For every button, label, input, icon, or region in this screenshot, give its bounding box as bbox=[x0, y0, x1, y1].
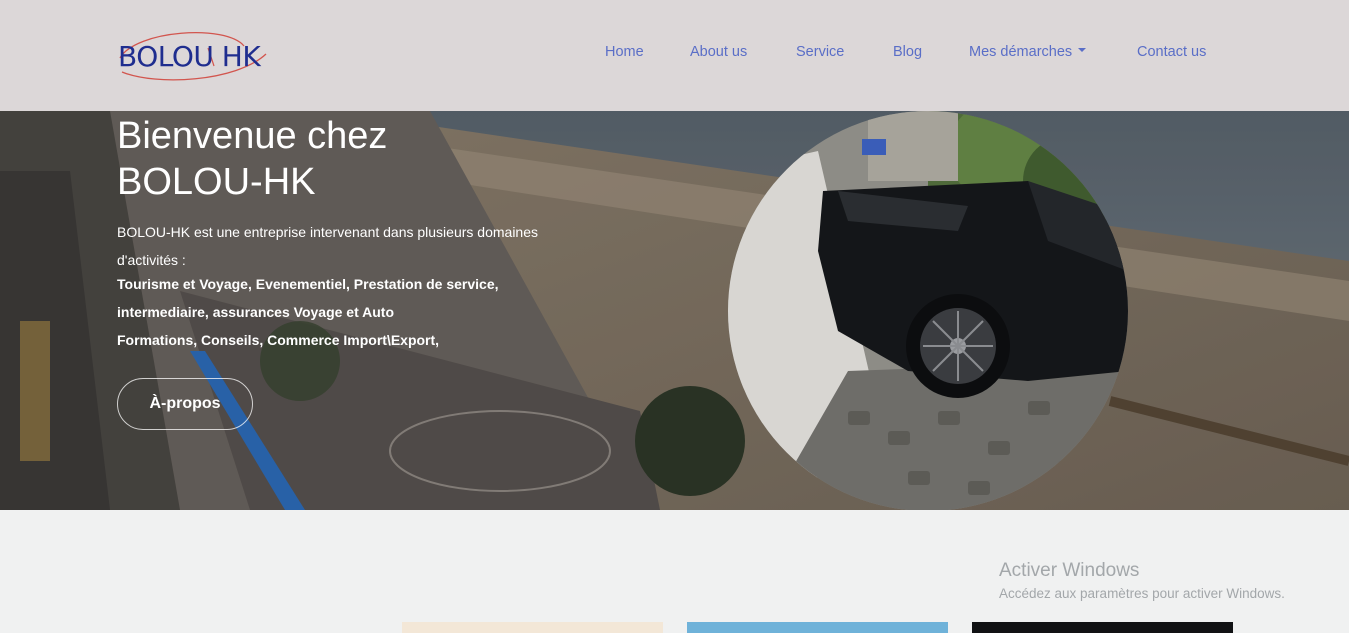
hero-title-line-2: BOLOU-HK bbox=[117, 161, 316, 203]
hero-title-line-1: Bienvenue chez bbox=[117, 115, 388, 157]
hero-activity-line: intermediaire, assurances Voyage et Auto bbox=[117, 304, 394, 320]
nav-item-mes-demarches-label: Mes démarches bbox=[969, 44, 1073, 60]
hero-title: Bienvenue chez BOLOU-HK bbox=[117, 113, 637, 205]
nav-item-mes-demarches[interactable]: Mes démarches bbox=[969, 44, 1087, 60]
windows-activation-subtitle: Accédez aux paramètres pour activer Wind… bbox=[999, 586, 1285, 601]
hero-activity-line: Formations, Conseils, Commerce Import\Ex… bbox=[117, 332, 440, 348]
nav-item-service[interactable]: Service bbox=[796, 44, 844, 60]
service-card-image[interactable] bbox=[402, 622, 663, 633]
hero-section: Bienvenue chez BOLOU-HK BOLOU-HK est une… bbox=[0, 111, 1349, 510]
service-card-image[interactable] bbox=[687, 622, 948, 633]
service-card-image[interactable] bbox=[972, 622, 1233, 633]
about-button[interactable]: À-propos bbox=[117, 378, 253, 430]
windows-activation-title: Activer Windows bbox=[999, 560, 1140, 581]
nav-item-contact-us[interactable]: Contact us bbox=[1137, 44, 1206, 60]
hero-activity-line: Tourisme et Voyage, Evenementiel, Presta… bbox=[117, 276, 499, 292]
nav-item-about-us[interactable]: About us bbox=[690, 44, 747, 60]
nav-item-home[interactable]: Home bbox=[605, 44, 644, 60]
chevron-down-icon bbox=[1078, 48, 1087, 53]
brand-logo[interactable]: BOLOU HK bbox=[116, 28, 276, 84]
content-section: Activer Windows Accédez aux paramètres p… bbox=[0, 510, 1349, 633]
car-photo bbox=[728, 111, 1128, 510]
nav-item-blog[interactable]: Blog bbox=[893, 44, 922, 60]
hero-intro-text: BOLOU-HK est une entreprise intervenant … bbox=[117, 224, 538, 268]
logo-text: BOLOU HK bbox=[118, 40, 261, 73]
site-header: BOLOU HK Home About us Service Blog Mes … bbox=[0, 0, 1349, 111]
